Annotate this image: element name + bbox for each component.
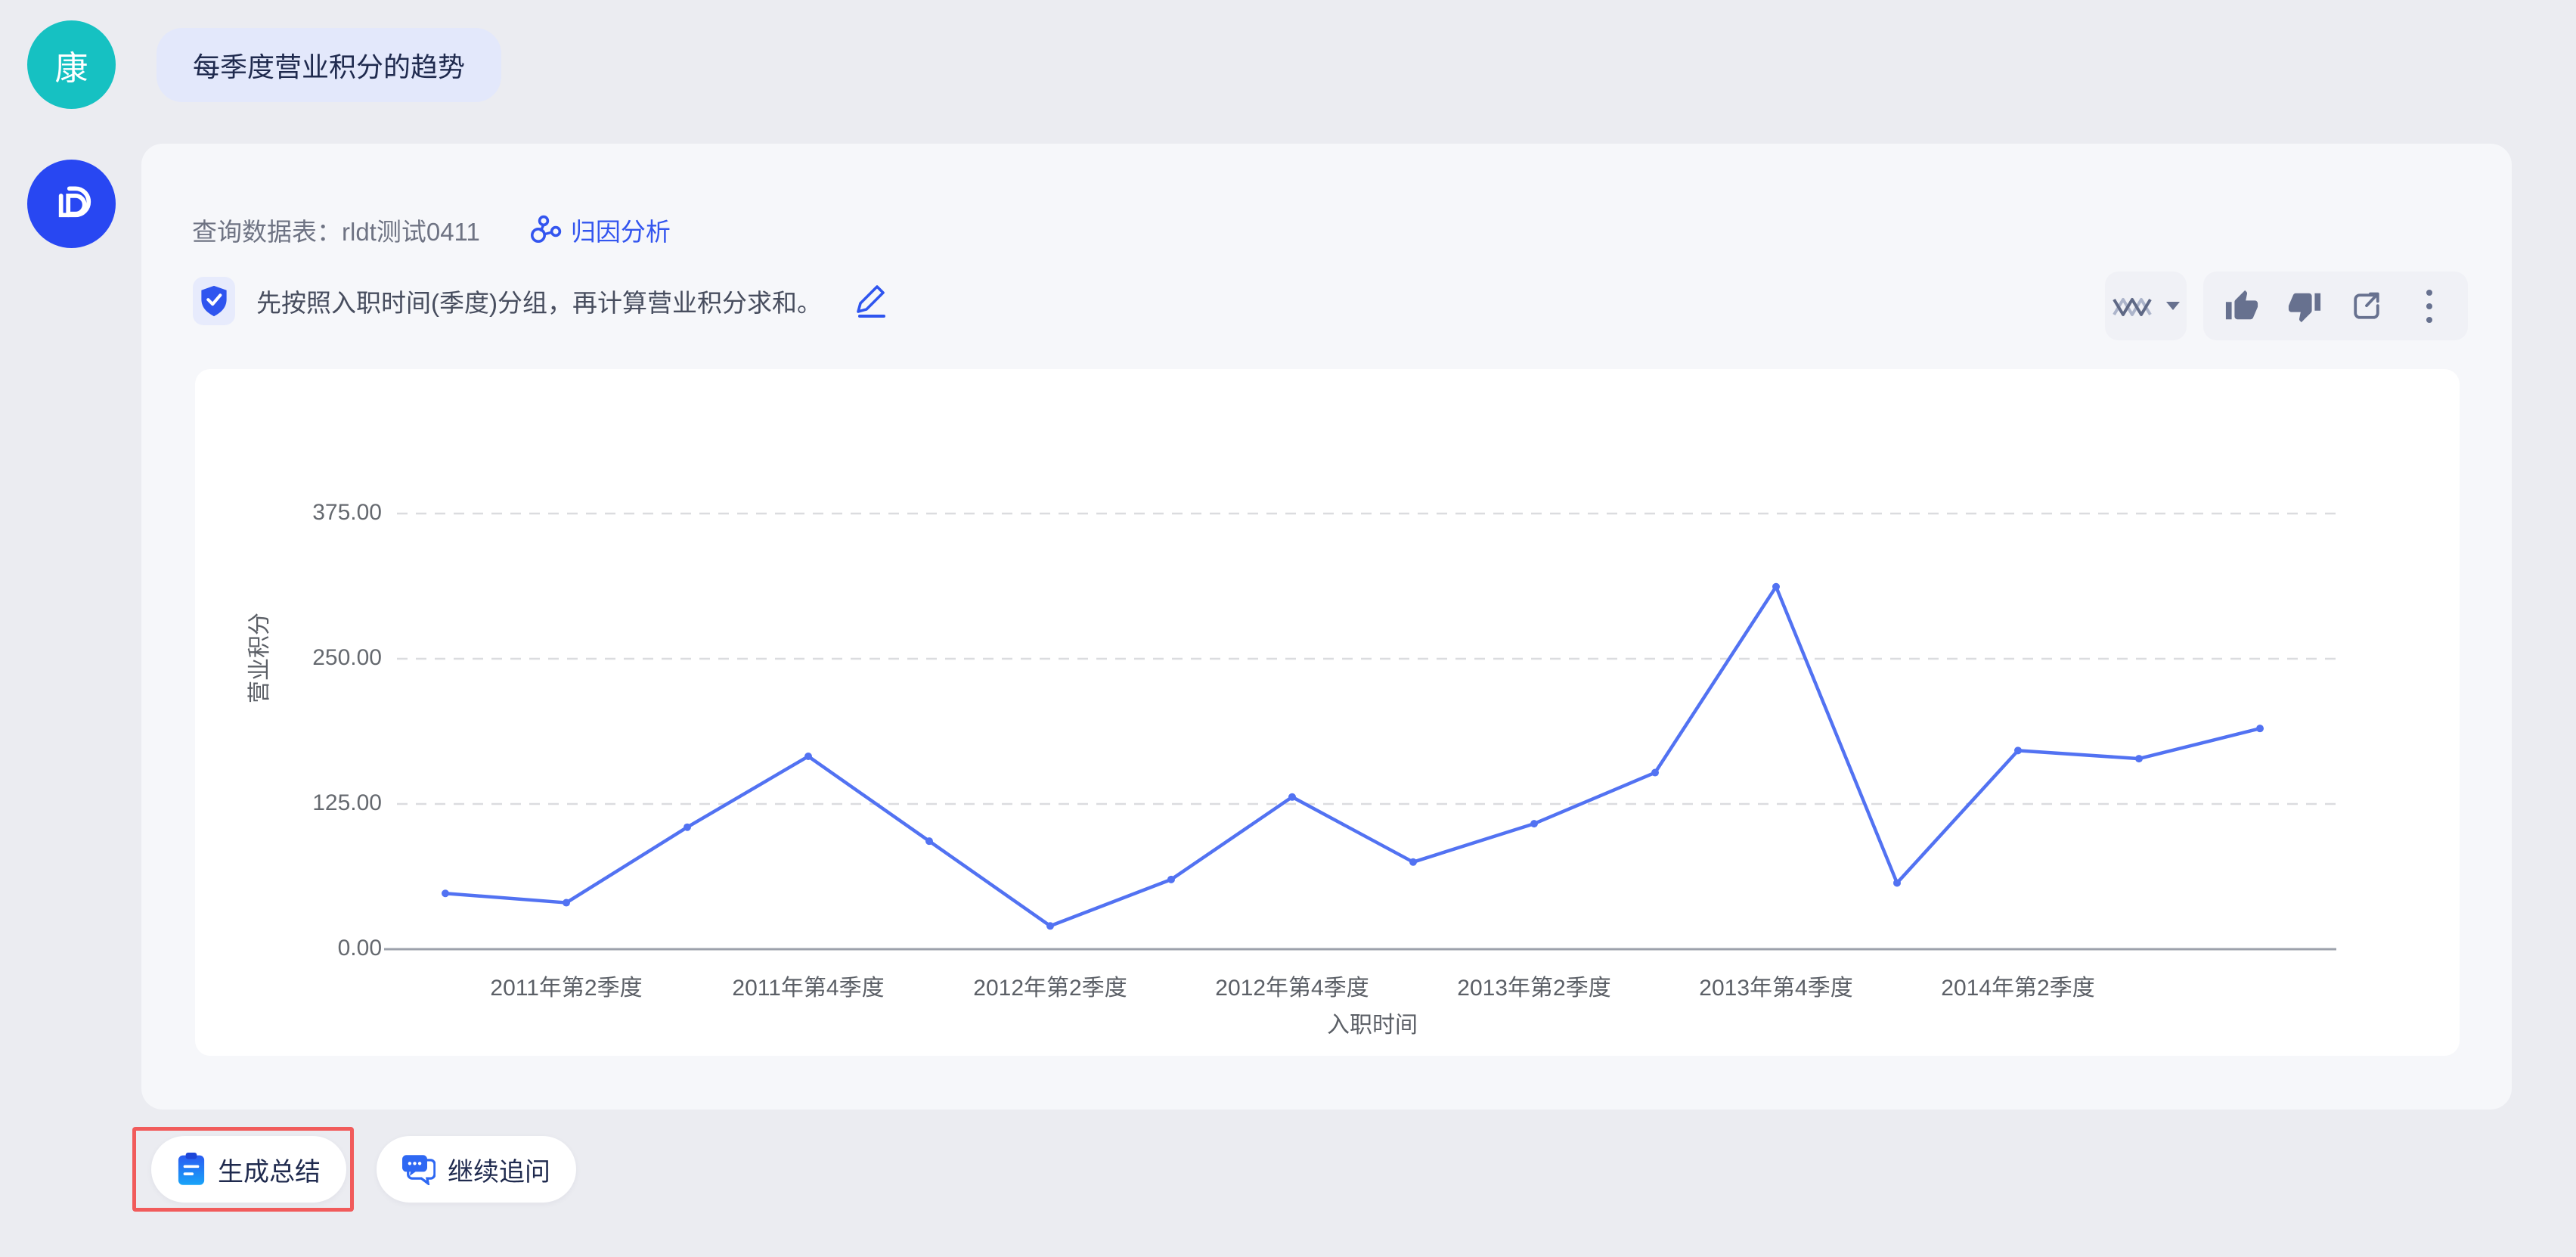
assistant-response-card: 查询数据表： rldt测试0411 归因分析 先按照入职时间(季度)分组，再计算…	[141, 144, 2512, 1110]
chart-toolbar	[2105, 272, 2468, 340]
attribution-analysis-link[interactable]: 归因分析	[529, 212, 671, 248]
user-message-text: 每季度营业积分的趋势	[193, 45, 465, 85]
data-point	[925, 837, 933, 845]
feedback-toolbar	[2203, 272, 2468, 340]
analysis-row: 先按照入职时间(季度)分组，再计算营业积分求和。	[193, 277, 890, 325]
query-table-name: rldt测试0411	[342, 212, 480, 248]
data-point	[2014, 746, 2022, 754]
vertical-ellipsis-icon	[2424, 287, 2435, 326]
trend-line-chart[interactable]	[195, 369, 2460, 1056]
share-button[interactable]	[2343, 283, 2390, 330]
chat-bubbles-icon	[402, 1153, 436, 1185]
data-point	[2135, 755, 2143, 762]
attribution-link-label: 归因分析	[571, 212, 671, 248]
chevron-down-icon	[2166, 302, 2180, 310]
analysis-description: 先按照入职时间(季度)分组，再计算营业积分求和。	[256, 283, 822, 319]
user-avatar-text: 康	[55, 41, 88, 89]
query-data-table-line: 查询数据表： rldt测试0411 归因分析	[192, 213, 671, 247]
thumbs-up-icon	[2224, 289, 2259, 324]
continue-ask-label: 继续追问	[448, 1151, 550, 1188]
x-tick-label: 2011年第2季度	[490, 969, 642, 1002]
generate-summary-label: 生成总结	[218, 1151, 321, 1188]
data-point	[1288, 793, 1296, 801]
chat-analytics-page: { "user": { "avatar_text": "康", "message…	[0, 0, 2576, 1257]
edit-pencil-icon	[854, 281, 890, 321]
line-chart-type-icon	[2112, 290, 2153, 322]
more-options-button[interactable]	[2406, 283, 2453, 330]
trend-line	[445, 587, 2260, 926]
x-tick-label: 2013年第2季度	[1457, 969, 1610, 1002]
assistant-avatar	[27, 160, 116, 248]
x-tick-label: 2012年第4季度	[1215, 969, 1369, 1002]
share-icon	[2349, 289, 2384, 324]
data-point	[442, 889, 449, 897]
data-point	[804, 753, 812, 760]
query-label: 查询数据表：	[192, 212, 342, 248]
data-point	[1893, 879, 1901, 886]
summary-clipboard-icon	[177, 1153, 206, 1186]
shield-check-icon	[200, 284, 228, 318]
shield-badge	[193, 277, 235, 325]
data-point	[1167, 876, 1175, 883]
x-tick-label: 2012年第2季度	[973, 969, 1127, 1002]
generate-summary-button[interactable]: 生成总结	[151, 1136, 346, 1203]
x-tick-label: 2011年第4季度	[732, 969, 884, 1002]
data-point	[2256, 725, 2264, 732]
data-point	[1046, 922, 1054, 930]
chart-panel[interactable]: 营业积分 入职时间 0.00125.00250.00375.002011年第2季…	[195, 369, 2460, 1056]
causal-graph-icon	[529, 215, 562, 245]
data-point	[563, 899, 570, 907]
user-message-bubble: 每季度营业积分的趋势	[157, 28, 501, 102]
data-point	[1530, 820, 1538, 827]
edit-query-button[interactable]	[854, 281, 890, 321]
thumbs-down-button[interactable]	[2281, 283, 2328, 330]
x-tick-label: 2014年第2季度	[1941, 969, 2094, 1002]
continue-ask-button[interactable]: 继续追问	[377, 1136, 576, 1203]
data-point	[1772, 583, 1780, 591]
thumbs-down-icon	[2287, 289, 2322, 324]
user-avatar: 康	[27, 20, 116, 109]
thumbs-up-button[interactable]	[2218, 283, 2265, 330]
chart-type-selector[interactable]	[2105, 272, 2187, 340]
data-point	[1409, 858, 1417, 866]
x-tick-label: 2013年第4季度	[1699, 969, 1852, 1002]
data-point	[684, 824, 691, 831]
assistant-logo-d-icon	[45, 178, 98, 231]
data-point	[1651, 769, 1659, 777]
